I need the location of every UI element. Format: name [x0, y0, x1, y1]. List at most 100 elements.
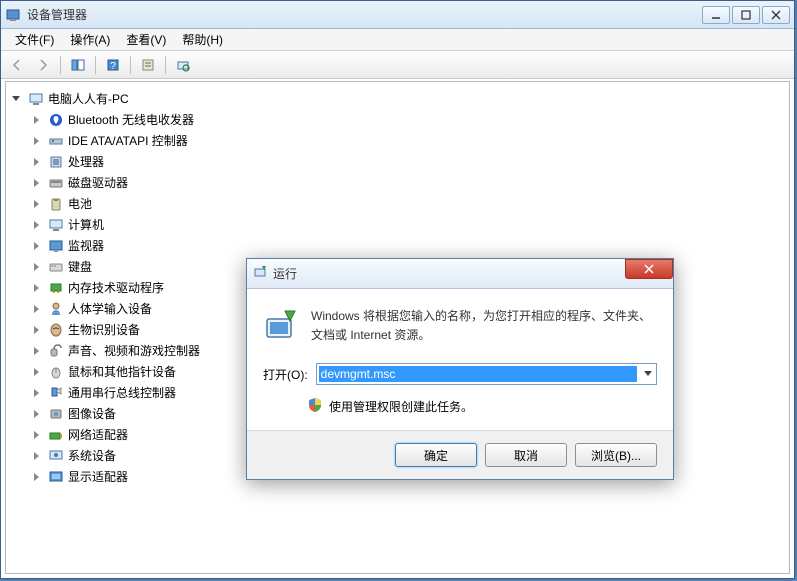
tree-node-label: 系统设备 — [68, 447, 116, 464]
toolbar-separator — [130, 56, 131, 74]
device-category-icon — [48, 364, 64, 380]
window-title: 设备管理器 — [27, 6, 702, 23]
device-category-icon — [48, 175, 64, 191]
tree-root-label: 电脑人人有-PC — [48, 90, 129, 107]
expander-icon[interactable] — [30, 471, 42, 483]
run-description: Windows 将根据您输入的名称，为您打开相应的程序、文件夹、文档或 Inte… — [311, 307, 657, 345]
tree-node-label: 通用串行总线控制器 — [68, 384, 176, 401]
run-program-icon — [263, 307, 299, 343]
cancel-button[interactable]: 取消 — [485, 443, 567, 467]
show-hide-tree-button[interactable] — [66, 54, 90, 76]
device-category-icon — [48, 133, 64, 149]
tree-node[interactable]: 处理器 — [10, 151, 785, 172]
minimize-button[interactable] — [702, 6, 730, 24]
expander-icon[interactable] — [30, 450, 42, 462]
back-button[interactable] — [5, 54, 29, 76]
tree-node[interactable]: 磁盘驱动器 — [10, 172, 785, 193]
tree-node-label: 电池 — [68, 195, 92, 212]
window-controls — [702, 6, 790, 24]
expander-icon[interactable] — [30, 135, 42, 147]
expander-icon[interactable] — [30, 114, 42, 126]
menu-view[interactable]: 查看(V) — [118, 29, 174, 50]
menu-action[interactable]: 操作(A) — [62, 29, 118, 50]
expander-icon[interactable] — [30, 177, 42, 189]
expander-icon[interactable] — [30, 282, 42, 294]
expander-icon[interactable] — [30, 198, 42, 210]
run-button-row: 确定 取消 浏览(B)... — [247, 430, 673, 479]
computer-icon — [28, 91, 44, 107]
device-category-icon — [48, 322, 64, 338]
scan-hardware-button[interactable] — [171, 54, 195, 76]
menu-help[interactable]: 帮助(H) — [174, 29, 231, 50]
tree-node[interactable]: 监视器 — [10, 235, 785, 256]
device-category-icon — [48, 427, 64, 443]
tree-node[interactable]: 计算机 — [10, 214, 785, 235]
dropdown-arrow-icon[interactable] — [641, 366, 655, 382]
maximize-button[interactable] — [732, 6, 760, 24]
run-shield-row: 使用管理权限创建此任务。 — [247, 397, 673, 430]
titlebar[interactable]: 设备管理器 — [1, 1, 794, 29]
expander-icon[interactable] — [30, 366, 42, 378]
run-input[interactable] — [316, 363, 657, 385]
tree-root-node[interactable]: 电脑人人有-PC — [10, 88, 785, 109]
menu-file[interactable]: 文件(F) — [7, 29, 62, 50]
expander-icon[interactable] — [30, 345, 42, 357]
expander-icon[interactable] — [30, 219, 42, 231]
expander-icon[interactable] — [30, 408, 42, 420]
run-input-row: 打开(O): devmgmt.msc — [247, 355, 673, 397]
expander-icon[interactable] — [10, 93, 22, 105]
expander-icon[interactable] — [30, 156, 42, 168]
close-button[interactable] — [762, 6, 790, 24]
toolbar-separator — [60, 56, 61, 74]
run-close-button[interactable] — [625, 259, 673, 279]
tree-node-label: 监视器 — [68, 237, 104, 254]
tree-node-label: 图像设备 — [68, 405, 116, 422]
run-titlebar[interactable]: 运行 — [247, 259, 673, 289]
run-title: 运行 — [273, 265, 667, 282]
device-category-icon — [48, 154, 64, 170]
menubar: 文件(F) 操作(A) 查看(V) 帮助(H) — [1, 29, 794, 51]
run-icon — [253, 263, 269, 284]
device-manager-icon — [5, 7, 21, 23]
expander-icon[interactable] — [30, 240, 42, 252]
run-combobox[interactable]: devmgmt.msc — [316, 363, 657, 385]
device-category-icon — [48, 301, 64, 317]
tree-node[interactable]: 电池 — [10, 193, 785, 214]
tree-node-label: 计算机 — [68, 216, 104, 233]
properties-button[interactable] — [136, 54, 160, 76]
device-category-icon — [48, 469, 64, 485]
toolbar-separator — [95, 56, 96, 74]
tree-node-label: 处理器 — [68, 153, 104, 170]
uac-shield-icon — [307, 397, 323, 416]
tree-node-label: Bluetooth 无线电收发器 — [68, 111, 194, 128]
tree-node[interactable]: Bluetooth 无线电收发器 — [10, 109, 785, 130]
tree-node-label: 声音、视频和游戏控制器 — [68, 342, 200, 359]
browse-button[interactable]: 浏览(B)... — [575, 443, 657, 467]
help-button[interactable]: ? — [101, 54, 125, 76]
device-category-icon — [48, 112, 64, 128]
tree-node-label: 显示适配器 — [68, 468, 128, 485]
expander-icon[interactable] — [30, 387, 42, 399]
tree-node-label: 磁盘驱动器 — [68, 174, 128, 191]
device-category-icon — [48, 259, 64, 275]
toolbar-separator — [165, 56, 166, 74]
expander-icon[interactable] — [30, 324, 42, 336]
shield-text: 使用管理权限创建此任务。 — [329, 398, 473, 415]
ok-button[interactable]: 确定 — [395, 443, 477, 467]
run-body: Windows 将根据您输入的名称，为您打开相应的程序、文件夹、文档或 Inte… — [247, 289, 673, 355]
device-category-icon — [48, 448, 64, 464]
expander-icon[interactable] — [30, 429, 42, 441]
forward-button[interactable] — [31, 54, 55, 76]
tree-node-label: 人体学输入设备 — [68, 300, 152, 317]
tree-node-label: 键盘 — [68, 258, 92, 275]
tree-node-label: 生物识别设备 — [68, 321, 140, 338]
tree-node[interactable]: IDE ATA/ATAPI 控制器 — [10, 130, 785, 151]
tree-node-label: 内存技术驱动程序 — [68, 279, 164, 296]
svg-text:?: ? — [110, 61, 116, 72]
expander-icon[interactable] — [30, 303, 42, 315]
device-category-icon — [48, 385, 64, 401]
expander-icon[interactable] — [30, 261, 42, 273]
tree-node-label: 鼠标和其他指针设备 — [68, 363, 176, 380]
device-category-icon — [48, 217, 64, 233]
tree-node-label: 网络适配器 — [68, 426, 128, 443]
